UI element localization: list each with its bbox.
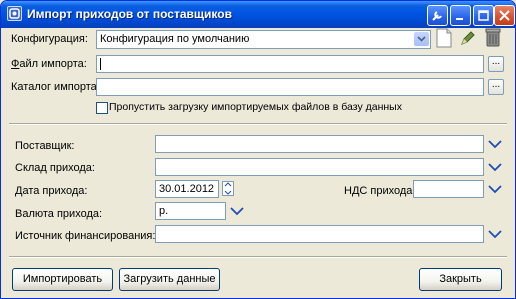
supplier-label: Поставщик: [15, 140, 75, 152]
tools-button[interactable] [427, 5, 448, 26]
maximize-button[interactable] [473, 5, 494, 26]
import-file-label-text: айл импорта: [19, 58, 87, 70]
warehouse-label: Склад прихода: [15, 162, 95, 174]
date-label: Дата прихода: [15, 185, 88, 197]
warehouse-input[interactable] [155, 158, 484, 176]
currency-input[interactable]: р. [155, 202, 226, 220]
supplier-input[interactable] [155, 135, 484, 153]
currency-chevron-down-icon[interactable] [229, 206, 245, 218]
trash-icon[interactable] [485, 27, 501, 47]
skip-imported-checkbox[interactable] [96, 102, 108, 114]
config-value: Конфигурация по умолчанию [100, 33, 250, 45]
footer-separator [9, 256, 507, 258]
funding-input[interactable] [155, 225, 484, 243]
currency-value: р. [159, 205, 169, 217]
warehouse-chevron-down-icon[interactable] [487, 162, 503, 174]
minimize-button[interactable] [450, 5, 471, 26]
currency-label: Валюта прихода: [15, 208, 103, 220]
text-caret [100, 58, 101, 70]
tools-icon [432, 11, 442, 21]
date-input[interactable]: 30.01.2012 [155, 180, 219, 198]
import-dialog: Импорт приходов от поставщиков Конфигура… [0, 0, 516, 299]
import-folder-input[interactable] [96, 78, 484, 96]
pen-icon[interactable] [459, 29, 477, 47]
import-file-label: Файл импорта: [11, 58, 87, 70]
new-document-icon[interactable] [436, 28, 452, 48]
app-icon [7, 6, 22, 21]
config-label: Конфигурация: [11, 33, 88, 45]
maximize-icon [478, 10, 489, 21]
browse-folder-button[interactable]: ... [488, 79, 504, 95]
vat-chevron-down-icon[interactable] [487, 184, 503, 196]
window-title: Импорт приходов от поставщиков [27, 7, 232, 21]
config-select[interactable]: Конфигурация по умолчанию [96, 30, 431, 49]
import-file-input[interactable] [96, 55, 484, 73]
minimize-icon [456, 18, 463, 20]
import-button[interactable]: Импортировать [12, 268, 113, 291]
import-folder-label: Каталог импорта: [11, 81, 100, 93]
date-value: 30.01.2012 [159, 183, 215, 195]
separator [9, 123, 507, 125]
close-dialog-button[interactable]: Закрыть [419, 268, 502, 291]
title-bar[interactable]: Импорт приходов от поставщиков [1, 1, 515, 28]
chevron-down-icon[interactable] [414, 32, 429, 46]
vat-label: НДС прихода: [344, 185, 416, 197]
browse-file-button[interactable]: ... [488, 56, 504, 72]
skip-imported-label: Пропустить загрузку импортируемых файлов… [109, 101, 402, 113]
calendar-spin-icon[interactable] [222, 181, 234, 196]
close-icon [499, 10, 510, 21]
vat-input[interactable] [413, 180, 484, 198]
load-data-button[interactable]: Загрузить данные [119, 268, 220, 291]
funding-label: Источник финансирования: [15, 230, 156, 242]
supplier-chevron-down-icon[interactable] [487, 139, 503, 151]
close-button[interactable] [494, 5, 515, 26]
funding-chevron-down-icon[interactable] [487, 229, 503, 241]
